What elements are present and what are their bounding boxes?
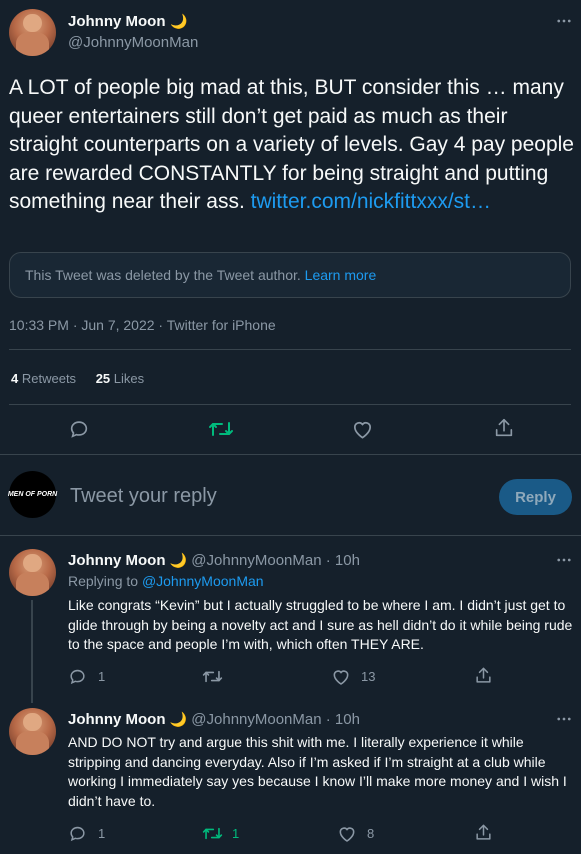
tweet-link[interactable]: twitter.com/nickfittxxx/st… [251, 190, 491, 213]
reply-count: 1 [98, 669, 106, 684]
divider [9, 349, 571, 350]
reply-input[interactable]: Tweet your reply [70, 485, 480, 508]
more-icon[interactable] [555, 12, 573, 30]
share-icon[interactable] [474, 666, 493, 685]
retweets-count: 4 [11, 371, 19, 386]
tweet-timestamp[interactable]: 10:33 PM · Jun 7, 2022 · Twitter for iPh… [9, 317, 276, 333]
reply-icon[interactable] [68, 667, 87, 686]
author-handle[interactable]: @JohnnyMoonMan [68, 34, 198, 51]
likes-label: Likes [113, 371, 145, 386]
reply-icon[interactable] [68, 418, 90, 440]
like-count: 13 [361, 669, 376, 684]
thread-line [31, 600, 33, 703]
reply-handle-time[interactable]: @JohnnyMoonMan · 10h [191, 711, 360, 728]
replying-to-label: Replying to [68, 573, 142, 589]
more-icon[interactable] [555, 710, 573, 728]
moon-emoji: 🌙 [169, 13, 188, 29]
like-icon[interactable] [351, 418, 374, 440]
retweet-icon[interactable] [202, 667, 223, 686]
reply-text: Like congrats “Kevin” but I actually str… [68, 597, 573, 652]
reply-avatar[interactable] [9, 708, 56, 755]
retweets-label: Retweets [21, 371, 77, 386]
retweet-icon[interactable] [208, 418, 234, 440]
divider [9, 404, 571, 405]
retweets-stat[interactable]: 4 Retweets [11, 371, 80, 386]
replying-to-handle[interactable]: @JohnnyMoonMan [142, 573, 264, 589]
more-icon[interactable] [555, 551, 573, 569]
like-count: 8 [367, 826, 375, 841]
learn-more-link[interactable]: Learn more [305, 267, 377, 283]
reply-button[interactable]: Reply [499, 479, 572, 515]
share-icon[interactable] [474, 823, 493, 842]
likes-stat[interactable]: 25 Likes [96, 371, 144, 386]
like-icon[interactable] [331, 667, 351, 686]
reply-author-name[interactable]: Johnny Moon [68, 552, 166, 569]
reply-avatar[interactable] [9, 549, 56, 596]
reply-icon[interactable] [68, 824, 87, 843]
author-avatar[interactable] [9, 9, 56, 56]
deleted-tweet-notice: This Tweet was deleted by the Tweet auth… [9, 252, 571, 298]
divider [0, 454, 581, 455]
retweet-icon[interactable] [202, 824, 223, 843]
reply-author-name[interactable]: Johnny Moon [68, 711, 166, 728]
divider [0, 535, 581, 536]
avatar-logo-text: MEN OF PORN [7, 491, 58, 498]
like-icon[interactable] [337, 824, 357, 843]
retweet-count: 1 [232, 826, 240, 841]
share-icon[interactable] [493, 417, 515, 439]
author-name[interactable]: Johnny Moon [68, 13, 166, 30]
likes-count: 25 [95, 371, 111, 386]
reply-count: 1 [98, 826, 106, 841]
deleted-notice-text: This Tweet was deleted by the Tweet auth… [25, 267, 301, 283]
reply-text: AND DO NOT try and argue this shit with … [68, 734, 567, 809]
moon-emoji: 🌙 [169, 711, 188, 727]
reply-handle-time[interactable]: @JohnnyMoonMan · 10h [191, 552, 360, 569]
user-avatar[interactable]: MEN OF PORN [7, 471, 58, 518]
moon-emoji: 🌙 [169, 552, 188, 568]
